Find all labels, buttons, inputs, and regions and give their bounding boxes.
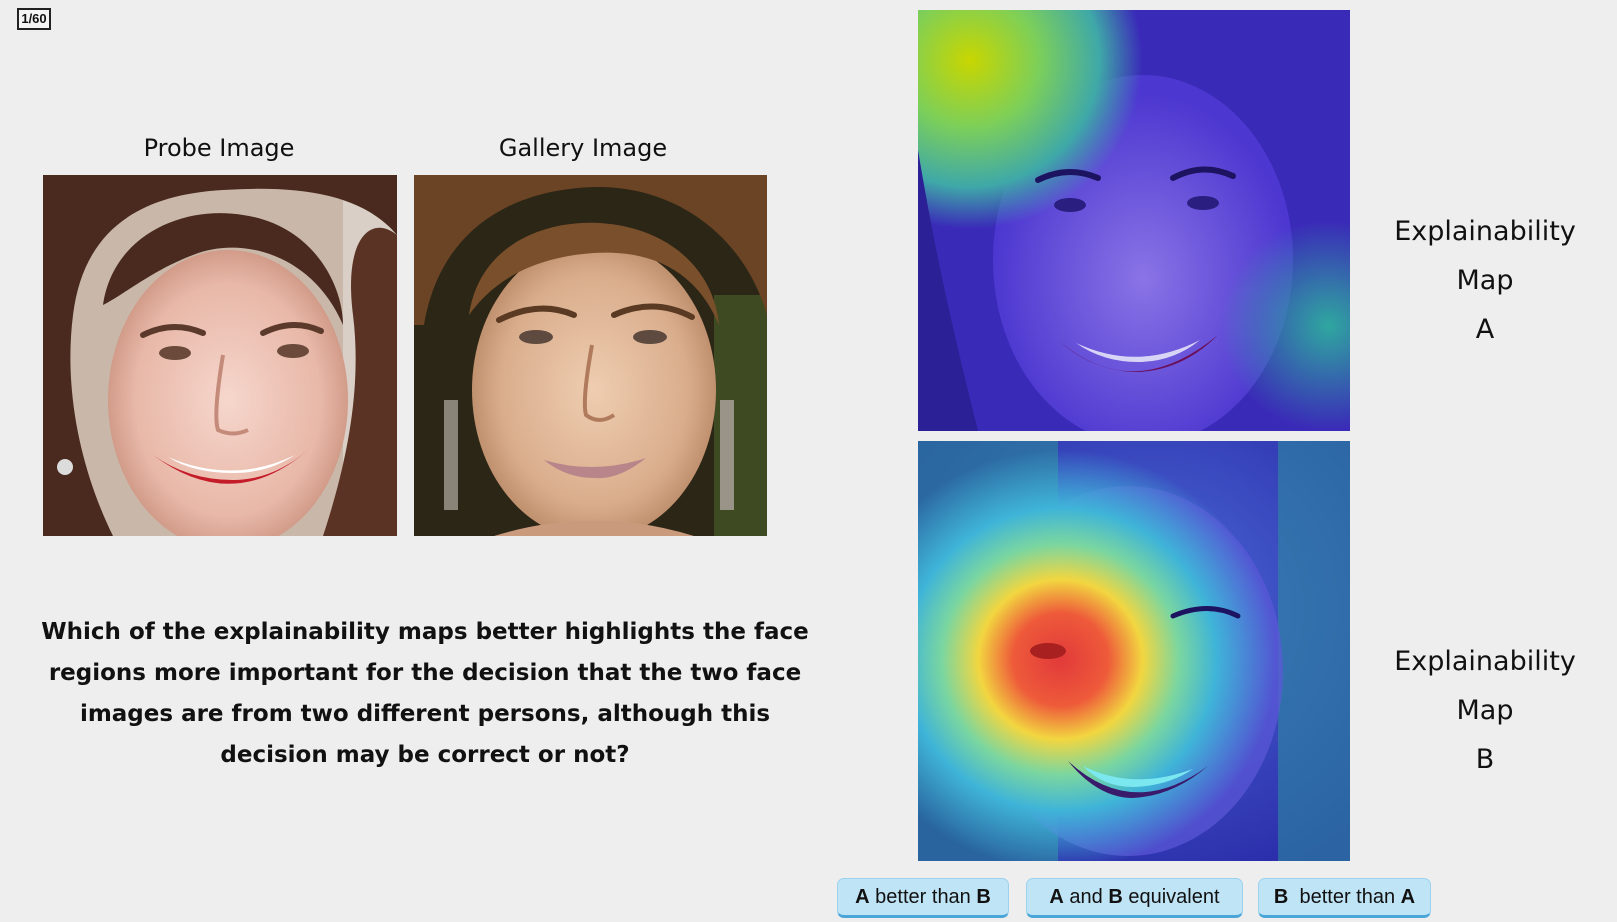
map-a-label: Explainability Map A (1365, 207, 1605, 354)
b-better-than-a-button[interactable]: B better than A (1258, 878, 1431, 918)
map-b-label-line2: B (1475, 744, 1495, 775)
explainability-map-a (918, 10, 1350, 431)
map-b-label: Explainability Map B (1365, 637, 1605, 784)
map-a-label-line1: Explainability Map (1394, 216, 1576, 296)
progress-counter: 1/60 (17, 8, 51, 30)
a-better-left: A (855, 886, 870, 908)
probe-image-label: Probe Image (143, 134, 295, 162)
a-better-than-b-button[interactable]: A better than B (837, 878, 1009, 918)
question-text: Which of the explainability maps better … (41, 619, 809, 768)
b-better-middle: better than (1288, 886, 1401, 908)
explainability-map-b (918, 441, 1350, 861)
equivalent-middle: and (1063, 886, 1109, 908)
a-better-middle: better than (869, 886, 977, 908)
b-better-left: B (1273, 886, 1289, 908)
gallery-image-label: Gallery Image (498, 134, 668, 162)
a-and-b-equivalent-button[interactable]: A and B equivalent (1026, 878, 1243, 918)
equivalent-right: B (1108, 886, 1123, 908)
equivalent-tail: equivalent (1122, 886, 1220, 908)
equivalent-left: A (1049, 886, 1064, 908)
map-a-label-line2: A (1475, 314, 1495, 345)
probe-image (43, 175, 397, 536)
gallery-image (414, 175, 767, 536)
a-better-right: B (976, 886, 991, 908)
map-b-label-line1: Explainability Map (1394, 646, 1576, 726)
b-better-right: A (1400, 886, 1416, 908)
